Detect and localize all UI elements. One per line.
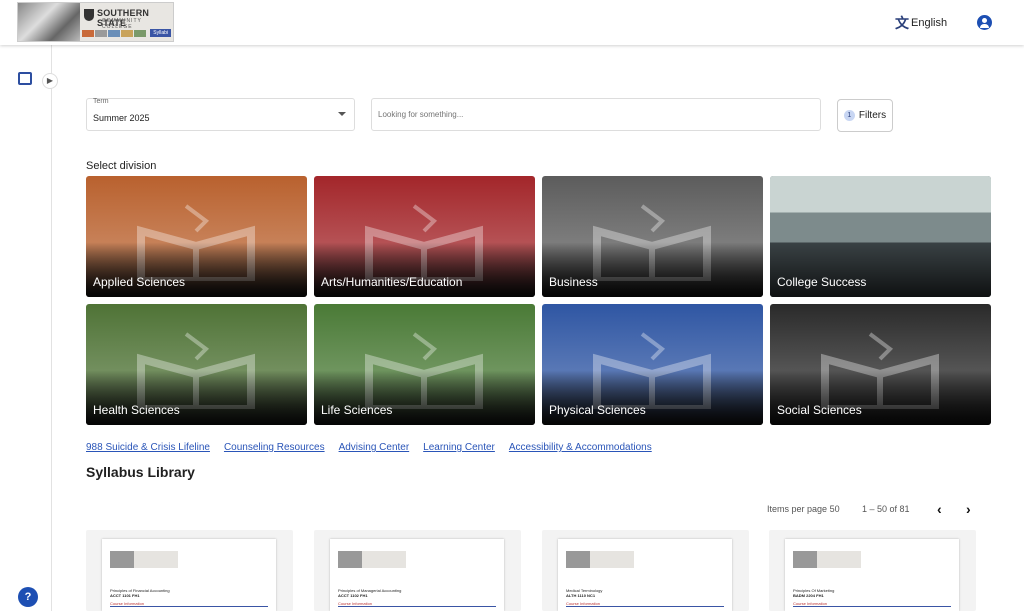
division-heading: Select division [86,160,157,172]
division-tile-social-sciences[interactable]: Social Sciences [770,304,991,425]
link-counseling-resources[interactable]: Counseling Resources [224,442,325,453]
term-value: Summer 2025 [93,113,150,123]
division-label: Physical Sciences [549,403,646,417]
term-label: Term [93,98,109,105]
syllabus-card[interactable]: Principles Of Marketing BADM 2204 FH1 Cour… [769,530,976,611]
division-tile-health-sciences[interactable]: Health Sciences [86,304,307,425]
divider [338,606,496,607]
language-label: English [911,17,948,29]
division-label: Life Sciences [321,403,393,417]
logo-photo [18,3,80,41]
prev-page-button[interactable]: ‹ [937,501,942,517]
link-accessibility[interactable]: Accessibility & Accommodations [509,442,652,453]
syllabus-card[interactable]: Principles of Managerial Accounting ACCT … [314,530,521,611]
syllabus-preview: Principles of Managerial Accounting ACCT … [330,539,504,611]
preview-logo [793,551,861,568]
items-per-page-value: 50 [829,504,840,514]
division-tile-college-success[interactable]: College Success [770,176,991,297]
expand-sidebar-button[interactable]: ▶ [42,73,58,89]
course-code: BADM 2204 FH1 [793,593,824,598]
page-range: 1 – 50 of 81 [862,504,910,514]
syllabus-preview: Medical Terminology ALTH 1110 NC1 Course I… [558,539,732,611]
next-page-button[interactable]: › [966,501,971,517]
division-label: Health Sciences [93,403,180,417]
library-icon[interactable] [18,72,32,85]
filters-count-badge: 1 [843,110,855,121]
filters-label: Filters [858,110,887,121]
syllabus-card[interactable]: Principles of Financial Accounting ACCT 1… [86,530,293,611]
link-advising-center[interactable]: Advising Center [339,442,410,453]
syllabus-preview: Principles of Financial Accounting ACCT 1… [102,539,276,611]
preview-logo [566,551,634,568]
syllabus-preview: Principles Of Marketing BADM 2204 FH1 Cour… [785,539,959,611]
division-label: Applied Sciences [93,275,186,289]
division-tile-business[interactable]: Business [542,176,763,297]
divider [566,606,724,607]
side-nav: ▶ ? [0,45,58,611]
help-button[interactable]: ? [18,587,38,607]
chevron-down-icon [338,112,346,116]
items-per-page-label: Items per page [767,504,828,514]
items-per-page[interactable]: Items per page 50 [767,504,840,514]
resource-links: 988 Suicide & Crisis Lifeline Counseling… [86,442,652,453]
college-logo[interactable]: SOUTHERN STATE COMMUNITY COLLEGE Syllabi [17,2,174,42]
term-select[interactable]: Term Summer 2025 [86,98,355,131]
course-code: ACCT 1102 FH1 [338,593,368,598]
filters-button[interactable]: 1 Filters [837,99,893,132]
division-label: Social Sciences [777,403,862,417]
shield-icon [84,9,94,21]
search-input[interactable] [371,98,821,131]
course-code: ACCT 1101 FH1 [110,593,140,598]
language-selector[interactable]: 文 English [895,13,947,33]
top-app-bar: SOUTHERN STATE COMMUNITY COLLEGE Syllabi… [0,0,1024,45]
preview-logo [338,551,406,568]
course-code: ALTH 1110 NC1 [566,593,596,598]
division-label: College Success [777,275,867,289]
division-grid: Applied Sciences Arts/Humanities/Educati… [86,176,991,425]
division-tile-applied-sciences[interactable]: Applied Sciences [86,176,307,297]
logo-brand: SOUTHERN STATE COMMUNITY COLLEGE Syllabi [80,3,173,41]
link-crisis-lifeline[interactable]: 988 Suicide & Crisis Lifeline [86,442,210,453]
translate-icon: 文 [895,15,909,31]
divider [793,606,951,607]
division-tile-physical-sciences[interactable]: Physical Sciences [542,304,763,425]
division-tile-life-sciences[interactable]: Life Sciences [314,304,535,425]
account-circle-icon[interactable] [977,15,992,30]
library-title: Syllabus Library [86,464,195,480]
syllabus-card[interactable]: Medical Terminology ALTH 1110 NC1 Course I… [542,530,749,611]
division-label: Business [549,275,598,289]
link-learning-center[interactable]: Learning Center [423,442,495,453]
logo-tag: Syllabi [150,29,171,37]
logo-color-bars [82,30,146,37]
divider [110,606,268,607]
preview-logo [110,551,178,568]
division-tile-arts-humanities-education[interactable]: Arts/Humanities/Education [314,176,535,297]
division-label: Arts/Humanities/Education [321,275,463,289]
